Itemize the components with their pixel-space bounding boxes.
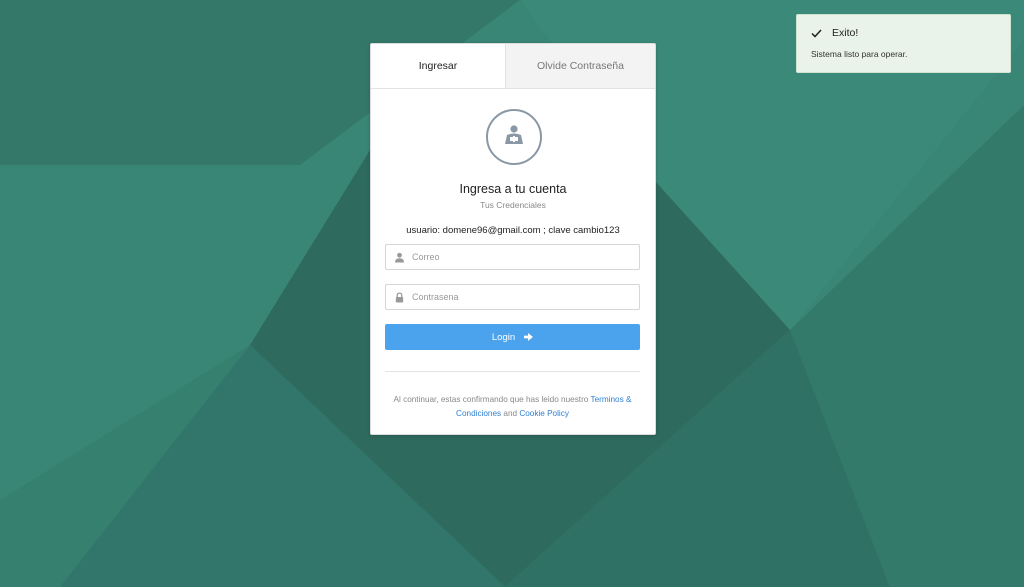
- terms-middle: and: [501, 408, 520, 418]
- lock-icon: [386, 291, 412, 303]
- email-input[interactable]: [412, 252, 622, 262]
- password-field: [385, 284, 640, 310]
- avatar: [486, 109, 542, 165]
- check-icon: [811, 28, 822, 38]
- credentials-hint: usuario: domene96@gmail.com ; clave camb…: [406, 225, 620, 236]
- tab-bar: Ingresar Olvide Contraseña: [371, 44, 655, 89]
- success-toast[interactable]: Exito! Sistema listo para operar.: [796, 14, 1011, 73]
- tab-ingresar[interactable]: Ingresar: [371, 44, 505, 88]
- login-button-label: Login: [491, 331, 516, 343]
- login-subtitle: Tus Credenciales: [480, 200, 546, 210]
- user-icon: [386, 252, 412, 263]
- terms-prefix: Al continuar, estas confirmando que has …: [393, 395, 591, 404]
- toast-title: Exito!: [832, 27, 859, 39]
- toast-header: Exito!: [811, 27, 858, 39]
- login-card: Ingresar Olvide Contraseña Ingresa a tu …: [370, 43, 656, 435]
- password-input[interactable]: [412, 292, 622, 302]
- cookie-policy-link[interactable]: Cookie Policy: [519, 409, 569, 418]
- email-field: [385, 244, 640, 270]
- divider: [385, 371, 640, 372]
- login-title: Ingresa a tu cuenta: [459, 182, 567, 196]
- arrow-right-icon: [524, 333, 534, 341]
- toast-message: Sistema listo para operar.: [811, 49, 908, 59]
- tab-olvide-contrasena[interactable]: Olvide Contraseña: [505, 44, 655, 88]
- terms-text: Al continuar, estas confirmando que has …: [385, 393, 640, 420]
- user-box-icon: [502, 123, 526, 152]
- login-button[interactable]: Login: [385, 324, 640, 350]
